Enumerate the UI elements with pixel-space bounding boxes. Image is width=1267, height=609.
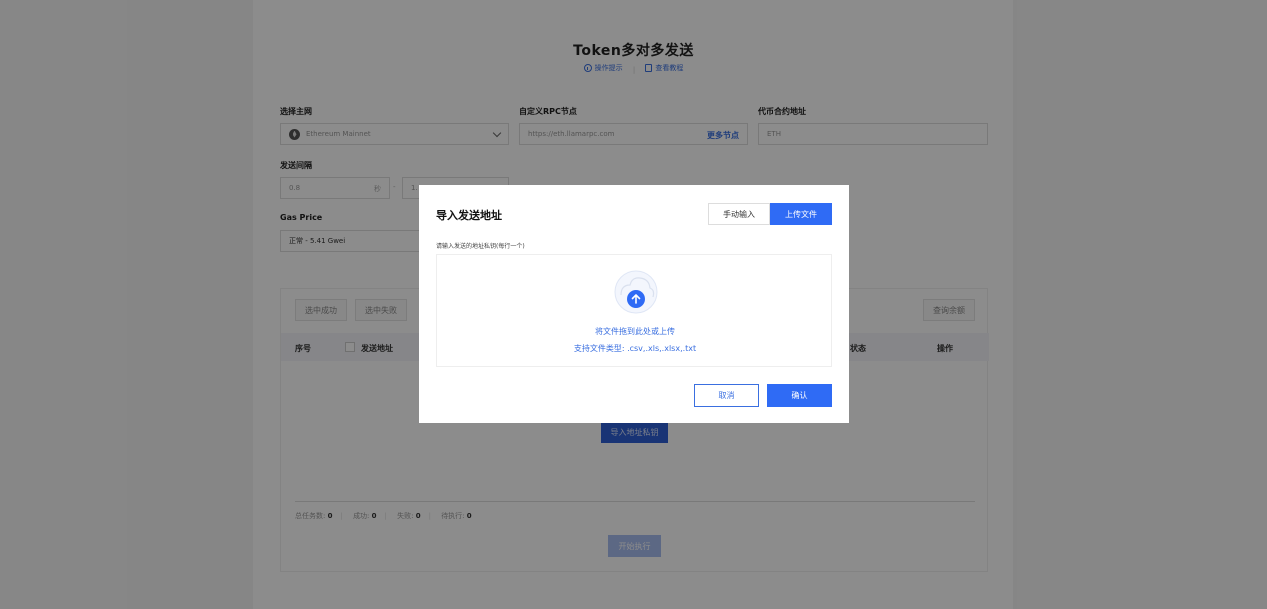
- modal-hint: 请输入发送的地址私钥(每行一个): [436, 243, 525, 250]
- confirm-button[interactable]: 确认: [767, 384, 832, 407]
- tab-upload-file[interactable]: 上传文件: [770, 203, 832, 225]
- drop-instruction: 将文件拖到此处或上传: [595, 327, 675, 336]
- import-modal: 导入发送地址 手动输入 上传文件 请输入发送的地址私钥(每行一个) 将文件拖到此…: [419, 185, 849, 423]
- cancel-button[interactable]: 取消: [694, 384, 759, 407]
- file-drop-zone[interactable]: 将文件拖到此处或上传 支持文件类型: .csv,.xls,.xlsx,.txt: [436, 254, 832, 367]
- tab-manual-input[interactable]: 手动输入: [708, 203, 770, 225]
- modal-title: 导入发送地址: [436, 209, 502, 222]
- drop-file-types: 支持文件类型: .csv,.xls,.xlsx,.txt: [573, 344, 697, 353]
- upload-cloud-icon: [614, 270, 658, 314]
